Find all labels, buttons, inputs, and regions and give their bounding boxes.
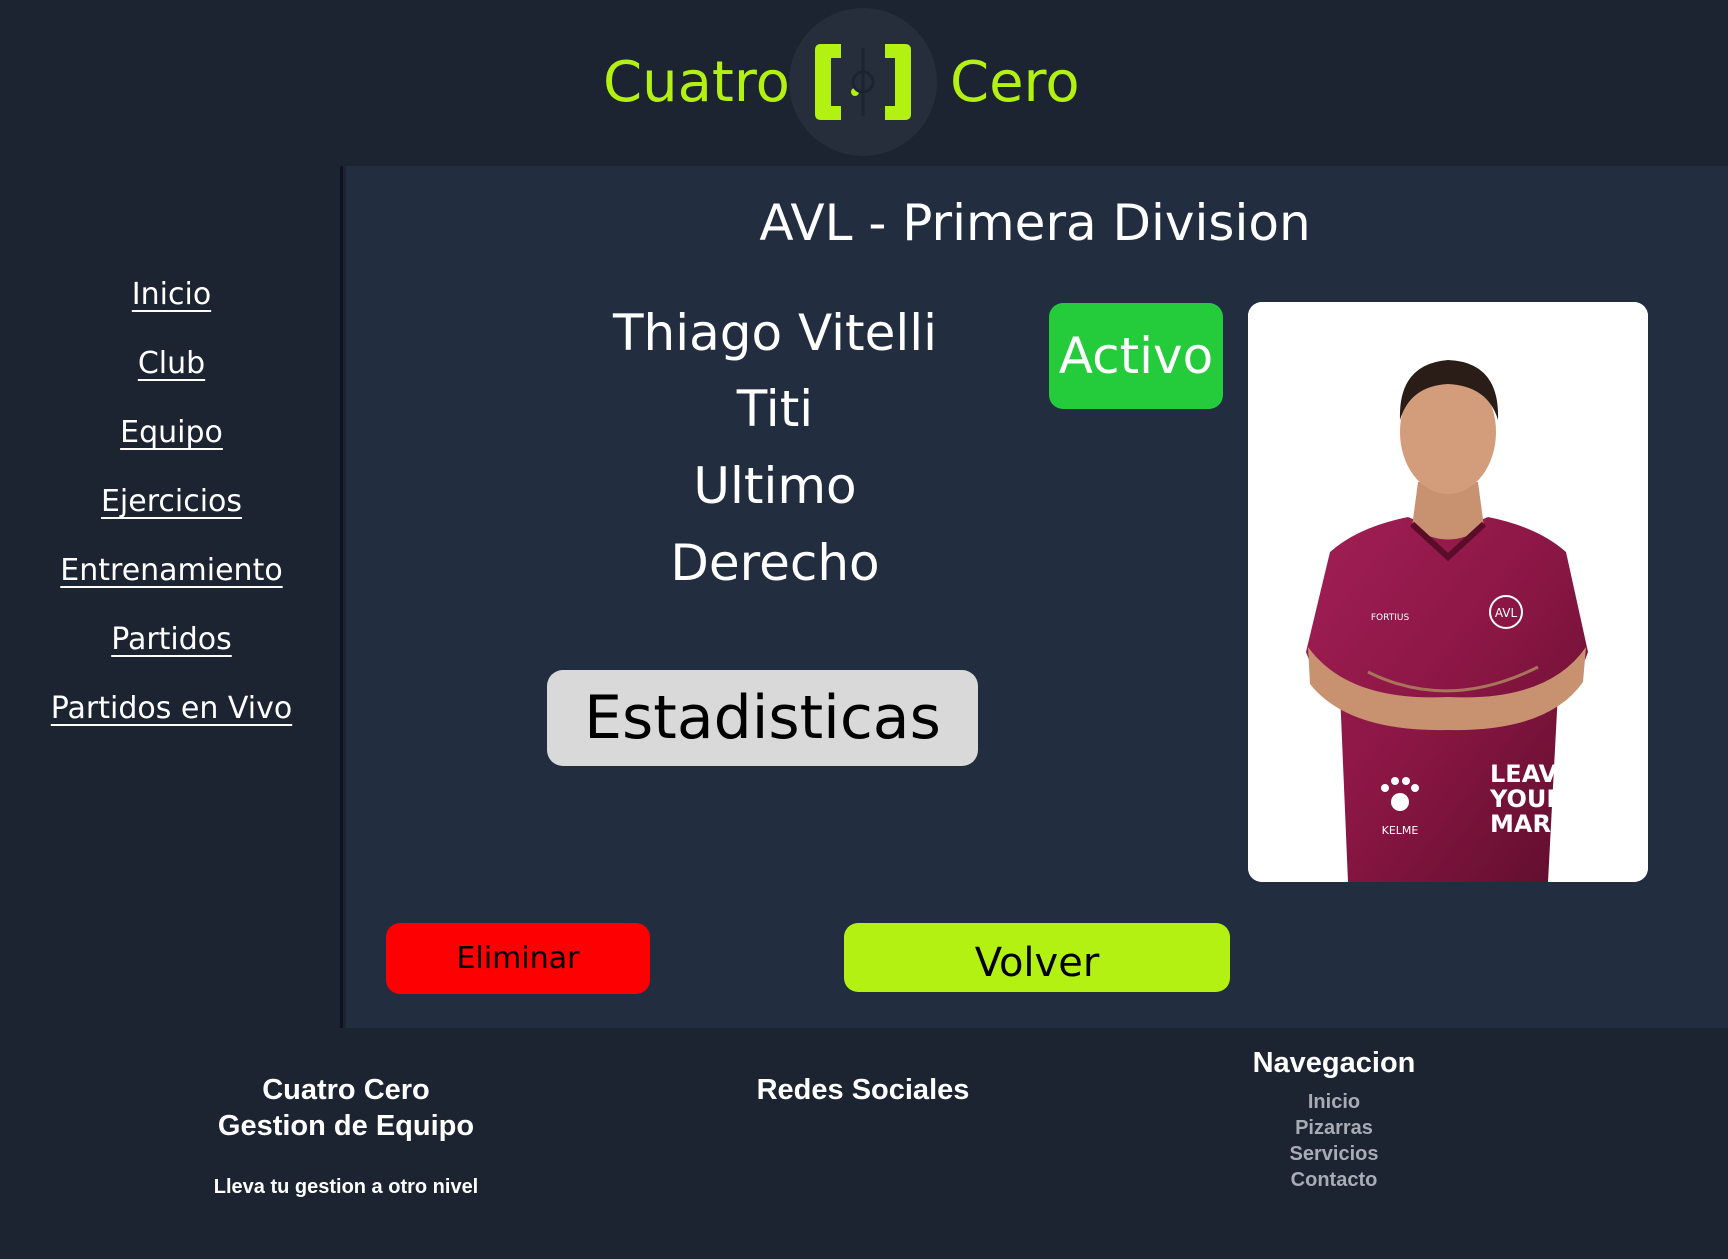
sidebar-item-label[interactable]: Inicio [132,277,211,312]
team-title-text: AVL - Primera Division [759,194,1311,252]
footer-social-title: Redes Sociales [756,1074,970,1106]
footer-social: Redes Sociales [713,1072,1013,1108]
sidebar-item-label[interactable]: Club [138,346,205,381]
sidebar-item-label[interactable]: Equipo [120,415,223,450]
footer-nav-title: Navegacion [1252,1047,1416,1079]
bracket-logo-icon[interactable] [789,8,937,156]
sidebar-item-partidos[interactable]: Partidos [0,620,343,660]
jersey-slogan-line2: YOUR [1489,785,1565,813]
jersey-crest-text: AVL [1495,606,1518,620]
footer-link-servicios[interactable]: Servicios [1224,1141,1444,1167]
sidebar-item-label[interactable]: Ejercicios [101,484,242,519]
page-title: AVL - Primera Division [346,193,1728,253]
footer-brand-line2: Gestion de Equipo [217,1110,475,1142]
player-photo: AVL FORTIUS LEAVE YOUR MARK KELME [1248,302,1648,882]
jersey-brand-text: KELME [1382,824,1419,837]
brand-name-left: Cuatro [603,50,790,115]
jersey-sponsor-text: FORTIUS [1371,613,1410,623]
footer-link-contacto[interactable]: Contacto [1224,1167,1444,1193]
player-foot: Derecho [670,534,880,592]
footer-brand-line1: Cuatro Cero [262,1074,430,1106]
status-badge: Activo [1049,303,1223,409]
sidebar-item-label[interactable]: Partidos en Vivo [51,691,292,726]
header: Cuatro Cero [0,0,1728,166]
delete-button[interactable]: Eliminar [386,923,650,994]
brand-name-right: Cero [950,50,1080,115]
jersey-slogan-line3: MARK [1490,810,1571,838]
jersey-slogan-line1: LEAVE [1490,760,1574,788]
footer-nav: Navegacion Inicio Pizarras Servicios Con… [1224,1045,1444,1193]
stats-button[interactable]: Estadisticas [547,670,978,766]
back-button[interactable]: Volver [844,923,1230,992]
footer-link-pizarras[interactable]: Pizarras [1224,1115,1444,1141]
player-position: Ultimo [693,457,857,515]
sidebar-item-partidos-en-vivo[interactable]: Partidos en Vivo [0,689,343,729]
sidebar-item-label[interactable]: Partidos [111,622,232,657]
footer-brand: Cuatro Cero Gestion de Equipo Lleva tu g… [186,1072,506,1200]
sidebar: Inicio Club Equipo Ejercicios Entrenamie… [0,166,343,1028]
player-detail-panel: AVL - Primera Division Thiago Vitelli Ti… [346,166,1728,1028]
footer-tagline: Lleva tu gestion a otro nivel [213,1176,479,1198]
footer-link-inicio[interactable]: Inicio [1224,1089,1444,1115]
sidebar-item-label[interactable]: Entrenamiento [60,553,282,588]
footer: Cuatro Cero Gestion de Equipo Lleva tu g… [0,1028,1728,1259]
